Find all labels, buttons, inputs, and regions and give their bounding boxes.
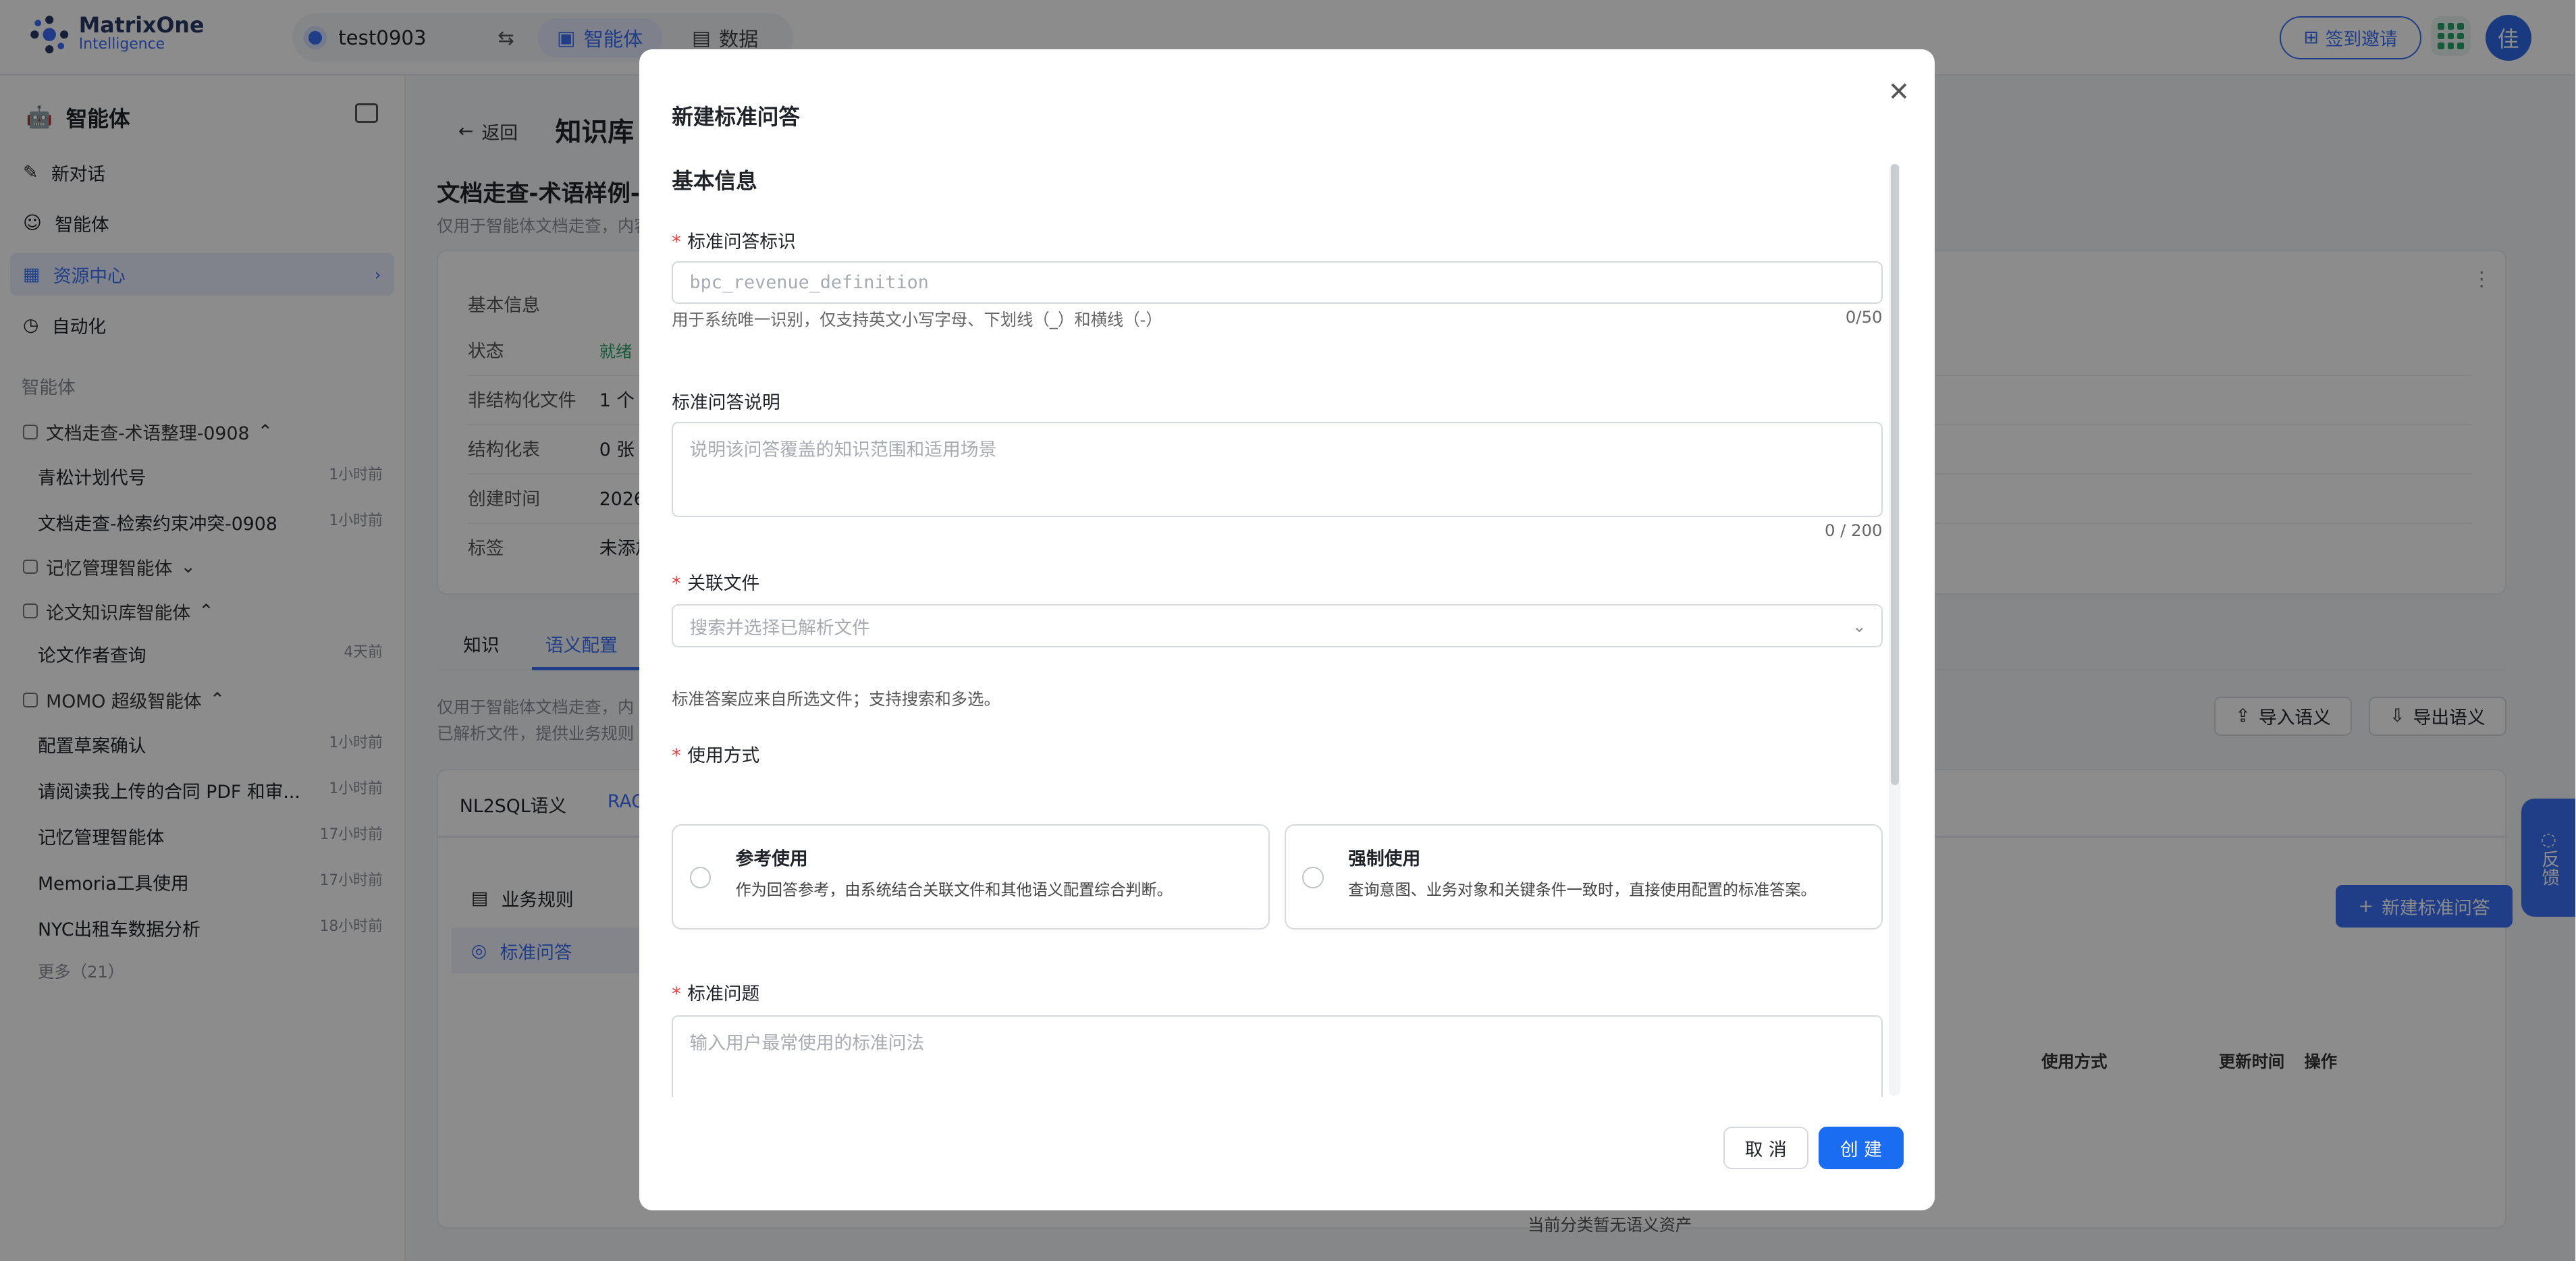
id-char-count: 0/50 [1845,307,1883,327]
usage-option-force[interactable]: 强制使用 查询意图、业务对象和关键条件一致时，直接使用配置的标准答案。 [1284,824,1883,930]
radio-reference[interactable] [689,867,712,888]
usage-label-text: 使用方式 [687,745,760,767]
question-label: * 标准问题 [672,979,759,1005]
file-select-placeholder: 搜索并选择已解析文件 [689,617,871,639]
radio-force[interactable] [1302,867,1324,888]
desc-char-count: 0 / 200 [1824,520,1883,541]
id-label: * 标准问答标识 [672,227,796,253]
option-desc: 查询意图、业务对象和关键条件一致时，直接使用配置的标准答案。 [1348,881,1817,899]
question-label-text: 标准问题 [687,984,760,1005]
file-label: * 关联文件 [672,568,759,595]
qa-description-textarea[interactable]: 说明该问答覆盖的知识范围和适用场景 [672,422,1883,518]
id-hint: 用于系统唯一识别，仅支持英文小写字母、下划线（_）和横线（-） [672,310,1162,329]
dialog-footer: 取 消 创 建 [1723,1127,1904,1170]
desc-label: 标准问答说明 [672,392,780,414]
option-title: 参考使用 [735,849,808,870]
id-label-text: 标准问答标识 [687,231,796,252]
dialog-body: 基本信息 * 标准问答标识 bpc_revenue_definition 用于系统… [672,161,1883,1098]
cancel-button[interactable]: 取 消 [1723,1127,1809,1170]
app-root: MatrixOne Intelligence test0903 ⇆ ▣ 智能体 ▤… [0,0,2576,1261]
required-mark: * [672,231,681,252]
usage-option-reference[interactable]: 参考使用 作为回答参考，由系统结合关联文件和其他语义配置综合判断。 [672,824,1270,930]
create-button[interactable]: 创 建 [1818,1127,1904,1170]
close-icon[interactable]: ✕ [1883,76,1916,109]
section-title: 基本信息 [672,169,757,194]
required-mark: * [672,745,681,767]
dialog-scrollbar[interactable] [1890,164,1899,786]
chevron-down-icon: ⌄ [1852,616,1867,636]
dialog-title: 新建标准问答 [672,105,800,130]
file-label-text: 关联文件 [687,572,760,594]
file-hint: 标准答案应来自所选文件；支持搜索和多选。 [672,689,1000,709]
option-desc: 作为回答参考，由系统结合关联文件和其他语义配置综合判断。 [735,881,1173,899]
file-select[interactable]: 搜索并选择已解析文件 ⌄ [672,604,1883,647]
qa-id-input[interactable]: bpc_revenue_definition [672,261,1883,304]
usage-label: * 使用方式 [672,741,759,767]
required-mark: * [672,984,681,1005]
required-mark: * [672,572,681,594]
option-title: 强制使用 [1348,849,1421,870]
standard-question-textarea[interactable]: 输入用户最常使用的标准问法 [672,1015,1883,1098]
new-qa-dialog: 新建标准问答 ✕ 基本信息 * 标准问答标识 bpc_revenue_defini… [639,49,1935,1211]
